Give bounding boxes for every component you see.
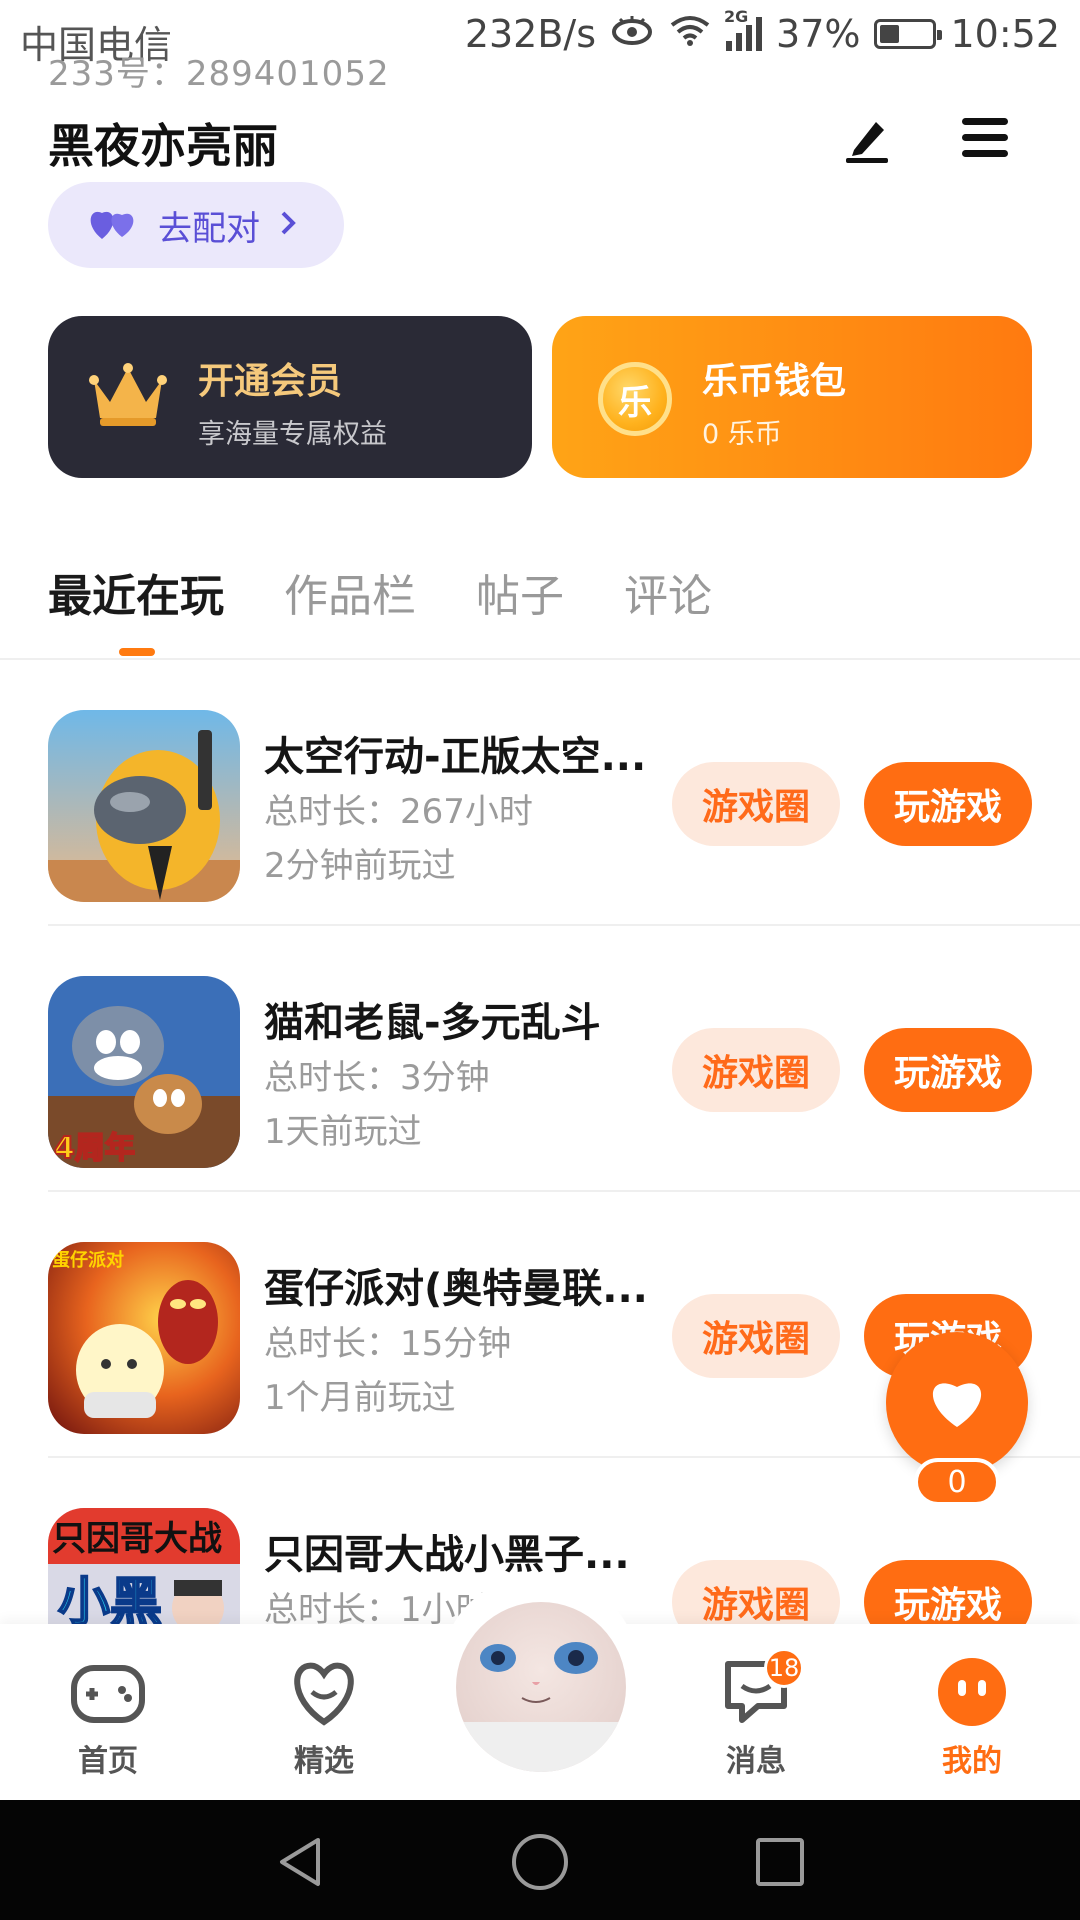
nav-mine-label: 我的 bbox=[942, 1744, 1002, 1779]
game-last-played: 1个月前玩过 bbox=[264, 1378, 456, 1418]
game-circle-button[interactable]: 游戏圈 bbox=[672, 1028, 840, 1112]
play-game-button[interactable]: 玩游戏 bbox=[864, 1028, 1032, 1112]
hearts-icon bbox=[88, 205, 140, 245]
nav-messages-label: 消息 bbox=[726, 1744, 786, 1779]
battery-icon bbox=[874, 19, 943, 49]
tab-indicator bbox=[119, 648, 155, 656]
recent-apps-icon[interactable] bbox=[752, 1834, 808, 1894]
back-icon[interactable] bbox=[272, 1834, 328, 1894]
game-duration: 总时长：267小时 bbox=[264, 792, 533, 832]
profile-tabs: 最近在玩 作品栏 帖子 评论 bbox=[48, 560, 712, 624]
user-id: 233号：289401052 bbox=[48, 54, 390, 94]
pair-label: 去配对 bbox=[158, 208, 260, 249]
face-icon bbox=[934, 1654, 1010, 1730]
wifi-icon bbox=[668, 12, 712, 56]
status-icons: 232B/s 2G 37% 10:52 bbox=[464, 7, 1060, 56]
vip-card[interactable]: 开通会员 享海量专属权益 bbox=[48, 316, 532, 478]
nav-featured[interactable]: 精选 bbox=[254, 1654, 394, 1780]
game-last-played: 2分钟前玩过 bbox=[264, 846, 456, 886]
game-icon-tom-jerry[interactable]: 4周年 bbox=[48, 976, 240, 1168]
avatar[interactable] bbox=[456, 1602, 626, 1772]
chat-bubble-icon: 18 bbox=[718, 1648, 804, 1730]
game-name: 猫和老鼠-多元乱斗 bbox=[264, 1000, 601, 1046]
game-item[interactable]: 4周年 猫和老鼠-多元乱斗 总时长：3分钟 1天前玩过 游戏圈 玩游戏 bbox=[48, 926, 1080, 1192]
heart-icon bbox=[927, 1373, 987, 1433]
pair-button[interactable]: 去配对 bbox=[48, 182, 344, 268]
game-last-played: 1天前玩过 bbox=[264, 1112, 422, 1152]
nav-home-label: 首页 bbox=[78, 1744, 138, 1779]
nickname: 黑夜亦亮丽 bbox=[48, 119, 278, 173]
vip-subtitle: 享海量专属权益 bbox=[198, 419, 387, 450]
game-icon-eggy-party[interactable]: 蛋仔派对 bbox=[48, 1242, 240, 1434]
network-type: 2G bbox=[724, 7, 749, 26]
game-duration: 总时长：3分钟 bbox=[264, 1058, 490, 1098]
game-item[interactable]: 太空行动-正版太空... 总时长：267小时 2分钟前玩过 游戏圈 玩游戏 bbox=[48, 660, 1080, 926]
game-name: 太空行动-正版太空... bbox=[264, 734, 647, 780]
tab-comments[interactable]: 评论 bbox=[624, 560, 712, 624]
play-game-button[interactable]: 玩游戏 bbox=[864, 762, 1032, 846]
wallet-card[interactable]: 乐 乐币钱包 0 乐币 bbox=[552, 316, 1032, 478]
game-circle-button[interactable]: 游戏圈 bbox=[672, 1294, 840, 1378]
network-speed: 232B/s bbox=[464, 12, 597, 56]
nav-home[interactable]: 首页 bbox=[38, 1654, 178, 1780]
vip-title: 开通会员 bbox=[198, 361, 343, 402]
menu-icon[interactable] bbox=[958, 110, 1014, 166]
game-name: 蛋仔派对(奥特曼联... bbox=[264, 1266, 648, 1312]
nav-featured-label: 精选 bbox=[294, 1744, 354, 1779]
like-count: 0 bbox=[914, 1458, 1000, 1506]
profile-page: 中国电信 232B/s 2G 37% 10:52 233号：289401052 … bbox=[0, 0, 1080, 1920]
tab-recent[interactable]: 最近在玩 bbox=[48, 560, 224, 624]
chevron-right-icon bbox=[278, 209, 298, 241]
eggy-logo-text: 蛋仔派对 bbox=[52, 1249, 124, 1271]
clock: 10:52 bbox=[950, 12, 1060, 56]
eye-icon bbox=[610, 12, 654, 56]
game-duration: 总时长：15分钟 bbox=[264, 1324, 512, 1364]
home-circle-icon[interactable] bbox=[510, 1832, 570, 1896]
battery-percent: 37% bbox=[776, 12, 861, 56]
gamepad-icon bbox=[70, 1654, 146, 1730]
heart-outline-icon bbox=[286, 1654, 362, 1730]
nav-mine[interactable]: 我的 bbox=[902, 1654, 1042, 1780]
tom-jerry-anniversary-text: 4周年 bbox=[54, 1131, 135, 1166]
tab-works[interactable]: 作品栏 bbox=[284, 560, 416, 624]
messages-badge: 18 bbox=[764, 1648, 804, 1688]
game-icon-space-action[interactable] bbox=[48, 710, 240, 902]
edit-icon[interactable] bbox=[840, 110, 896, 166]
like-float-button[interactable] bbox=[886, 1332, 1028, 1474]
tab-posts[interactable]: 帖子 bbox=[476, 560, 564, 624]
crown-icon bbox=[88, 360, 168, 436]
coin-icon: 乐 bbox=[598, 362, 672, 436]
wallet-title: 乐币钱包 bbox=[702, 361, 847, 402]
nav-messages[interactable]: 18 消息 bbox=[686, 1648, 826, 1780]
game-circle-button[interactable]: 游戏圈 bbox=[672, 762, 840, 846]
system-nav-bar bbox=[0, 1800, 1080, 1920]
jige-title-text: 只因哥大战 bbox=[52, 1519, 222, 1559]
game-name: 只因哥大战小黑子... bbox=[264, 1532, 630, 1578]
signal-icon: 2G bbox=[724, 7, 763, 51]
wallet-balance: 0 乐币 bbox=[702, 419, 782, 450]
